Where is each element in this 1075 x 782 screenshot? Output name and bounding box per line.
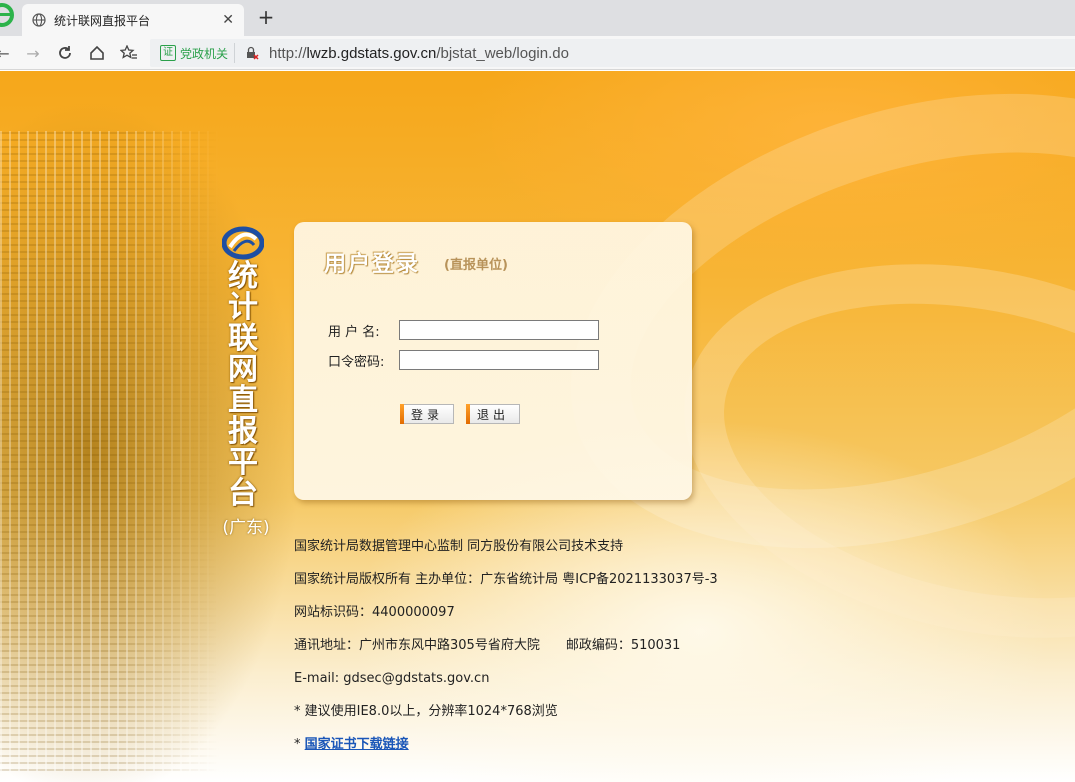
globe-icon [32,13,46,27]
forward-arrow-icon[interactable]: → [22,42,44,64]
tab-title: 统计联网直报平台 [54,13,151,28]
browser-tab-active[interactable]: 统计联网直报平台 ✕ [22,4,244,36]
username-input[interactable] [399,320,599,340]
title-char: 统 [228,259,258,294]
footer-supervision: 国家统计局数据管理中心监制 同方股份有限公司技术支持 [294,539,624,554]
title-char: 联 [228,321,258,356]
back-arrow-icon[interactable]: ← [0,42,14,64]
password-label: 口令密码: [328,355,385,370]
certificate-icon: 证 [160,45,176,61]
favorites-star-icon[interactable] [118,42,140,64]
exit-button[interactable]: 退出 [466,404,520,424]
browser-navbar: ← → 证 党政机关 http://lwzb.gdstats.gov.cn/bj… [0,36,1075,70]
browser-tabbar: 统计联网直报平台 ✕ + [0,0,1075,36]
buildings-background [0,131,220,771]
footer-copyright: 国家统计局版权所有 主办单位：广东省统计局 粤ICP备2021133037号-3 [294,572,718,587]
region-label: (广东) [222,518,270,538]
footer-email: E-mail: gdsec@gdstats.gov.cn [294,671,490,686]
site-info-icon[interactable] [245,46,259,60]
title-char: 网 [228,352,258,387]
certificate-download-link[interactable]: 国家证书下载链接 [305,737,409,752]
close-tab-icon[interactable]: ✕ [222,12,234,28]
platform-vertical-title: 统 计 联 网 直 报 平 台 [218,261,268,509]
statistics-logo-icon [222,226,264,260]
new-tab-button[interactable]: + [256,5,276,29]
footer-browser-advice: * 建议使用IE8.0以上，分辨率1024*768浏览 [294,704,558,719]
username-label: 用 户 名: [328,325,380,340]
password-input[interactable] [399,350,599,370]
url-text: http://lwzb.gdstats.gov.cn/bjstat_web/lo… [269,44,569,62]
footer-site-id: 网站标识码：4400000097 [294,605,455,620]
title-char: 报 [228,414,258,449]
title-char: 平 [228,445,258,480]
title-char: 计 [228,290,258,325]
login-page: 统 计 联 网 直 报 平 台 (广东) 用户登录 (直报单位) 用 户 名: … [0,71,1075,782]
address-bar[interactable]: 证 党政机关 http://lwzb.gdstats.gov.cn/bjstat… [150,39,1075,67]
reload-icon[interactable] [54,42,76,64]
footer-certificate: * 国家证书下载链接 [294,737,409,752]
footer: 国家统计局数据管理中心监制 同方股份有限公司技术支持 国家统计局版权所有 主办单… [294,537,718,768]
security-badge-label: 党政机关 [180,46,229,61]
footer-address: 通讯地址：广州市东风中路305号省府大院 邮政编码：510031 [294,638,681,653]
security-badge[interactable]: 证 党政机关 [150,43,236,63]
home-icon[interactable] [86,42,108,64]
login-panel: 用户登录 (直报单位) 用 户 名: 口令密码: 登录 退出 [294,222,692,500]
title-char: 台 [228,476,258,511]
login-button[interactable]: 登录 [400,404,454,424]
login-title: 用户登录 [324,252,421,277]
login-subtitle: (直报单位) [444,258,508,273]
browser-logo-icon [0,3,14,27]
title-char: 直 [228,383,258,418]
